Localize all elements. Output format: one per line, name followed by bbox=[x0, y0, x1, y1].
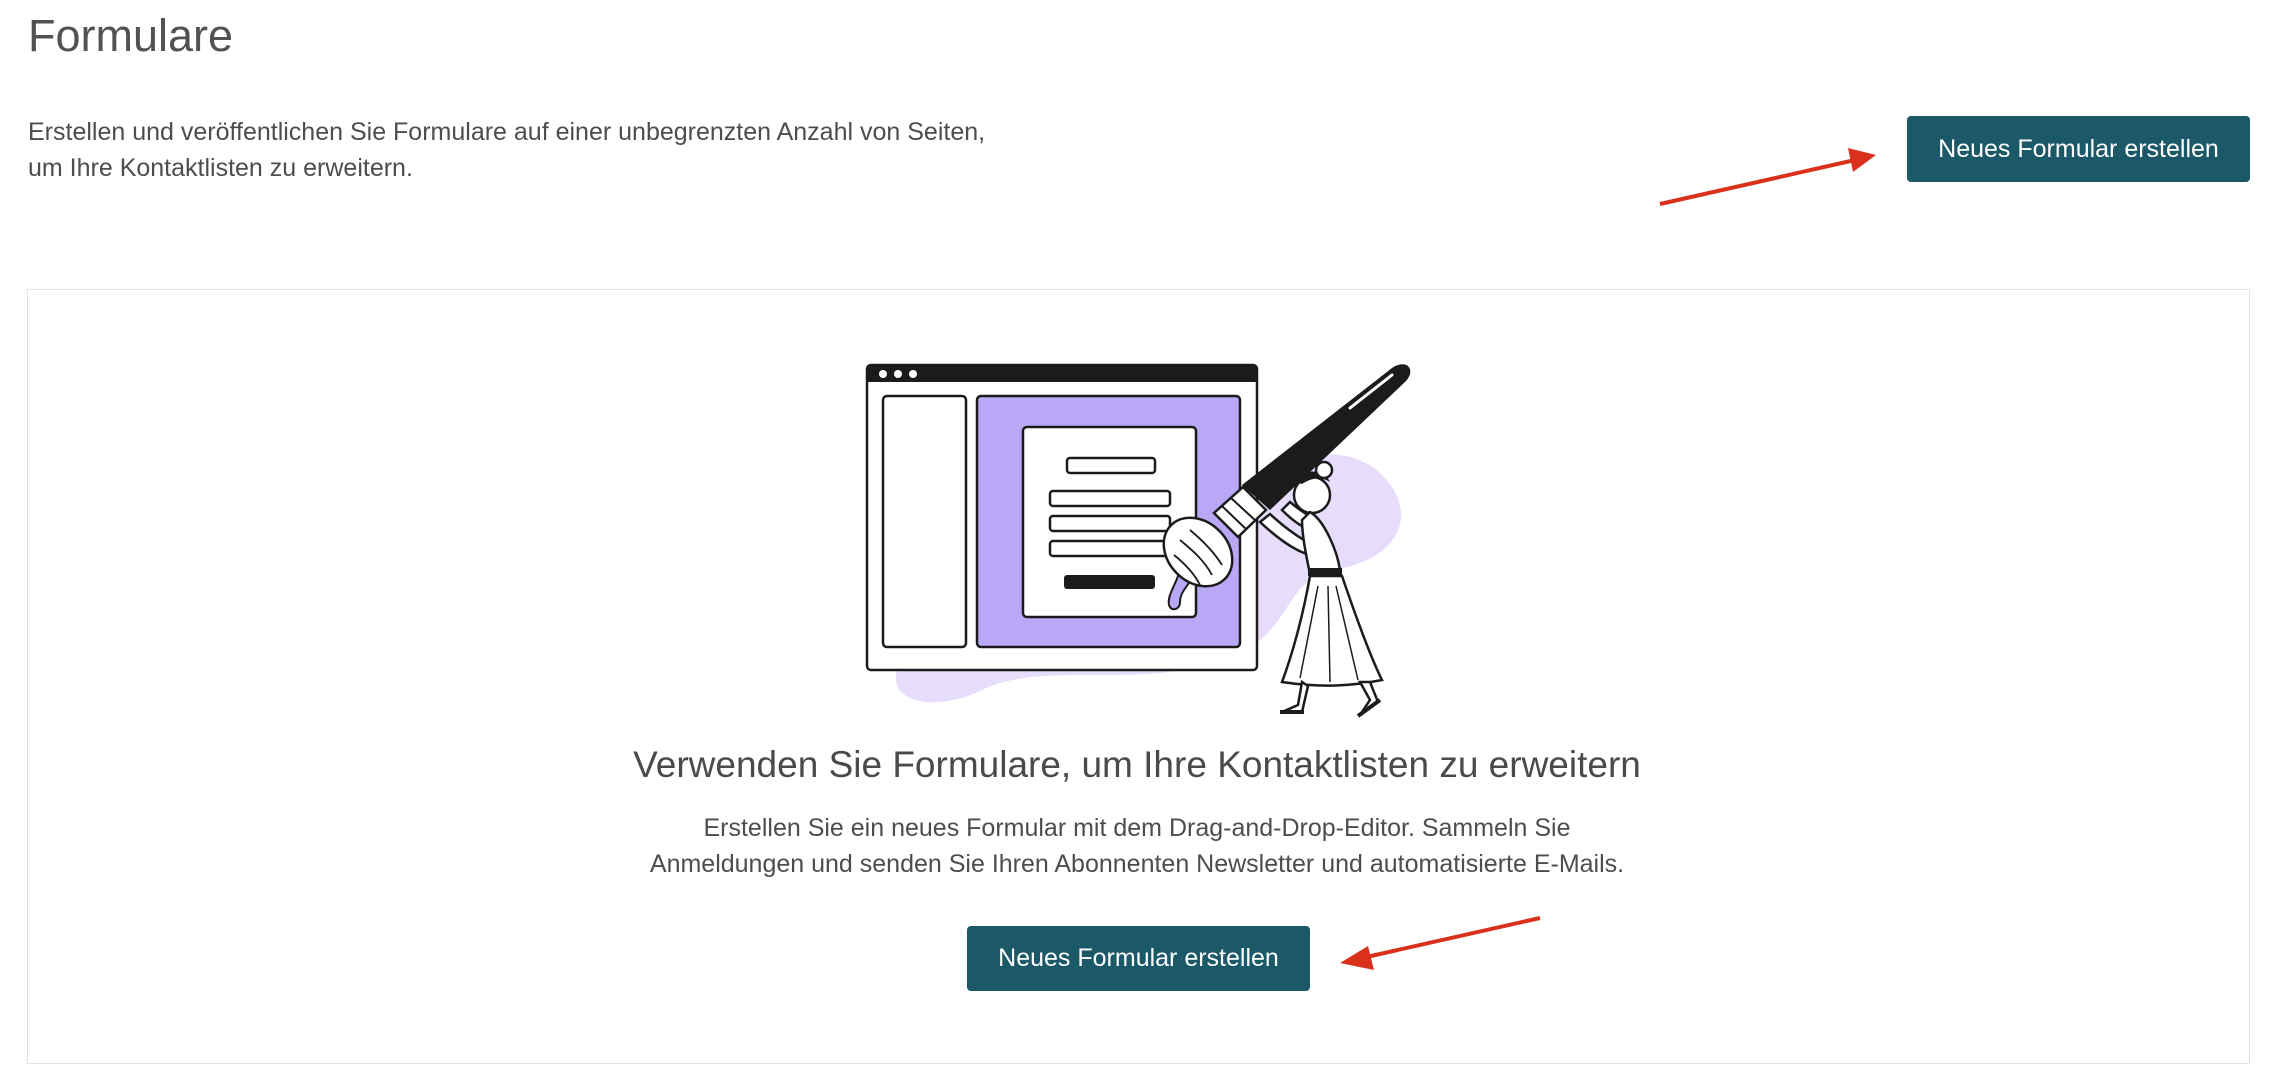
browser-sidebar bbox=[881, 394, 968, 649]
empty-state-description-line-2: Anmeldungen und senden Sie Ihren Abonnen… bbox=[649, 850, 1625, 878]
empty-state-description-line-1: Erstellen Sie ein neues Formular mit dem… bbox=[703, 814, 1571, 842]
form-builder-illustration bbox=[865, 363, 1411, 718]
empty-state-title: Verwenden Sie Formulare, um Ihre Kontakt… bbox=[633, 744, 1641, 785]
annotation-arrow-top bbox=[1659, 148, 1876, 206]
page-intro: Erstellen und veröffentlichen Sie Formul… bbox=[28, 114, 1128, 186]
create-form-button-empty-state[interactable]: Neues Formular erstellen bbox=[967, 926, 1310, 991]
empty-state-description: Erstellen Sie ein neues Formular mit dem… bbox=[0, 810, 2274, 882]
intro-line-1: Erstellen und veröffentlichen Sie Formul… bbox=[28, 118, 986, 146]
page-title: Formulare bbox=[28, 10, 234, 61]
create-form-button-header[interactable]: Neues Formular erstellen bbox=[1907, 116, 2250, 182]
intro-line-2: um Ihre Kontaktlisten zu erweitern. bbox=[28, 154, 413, 182]
